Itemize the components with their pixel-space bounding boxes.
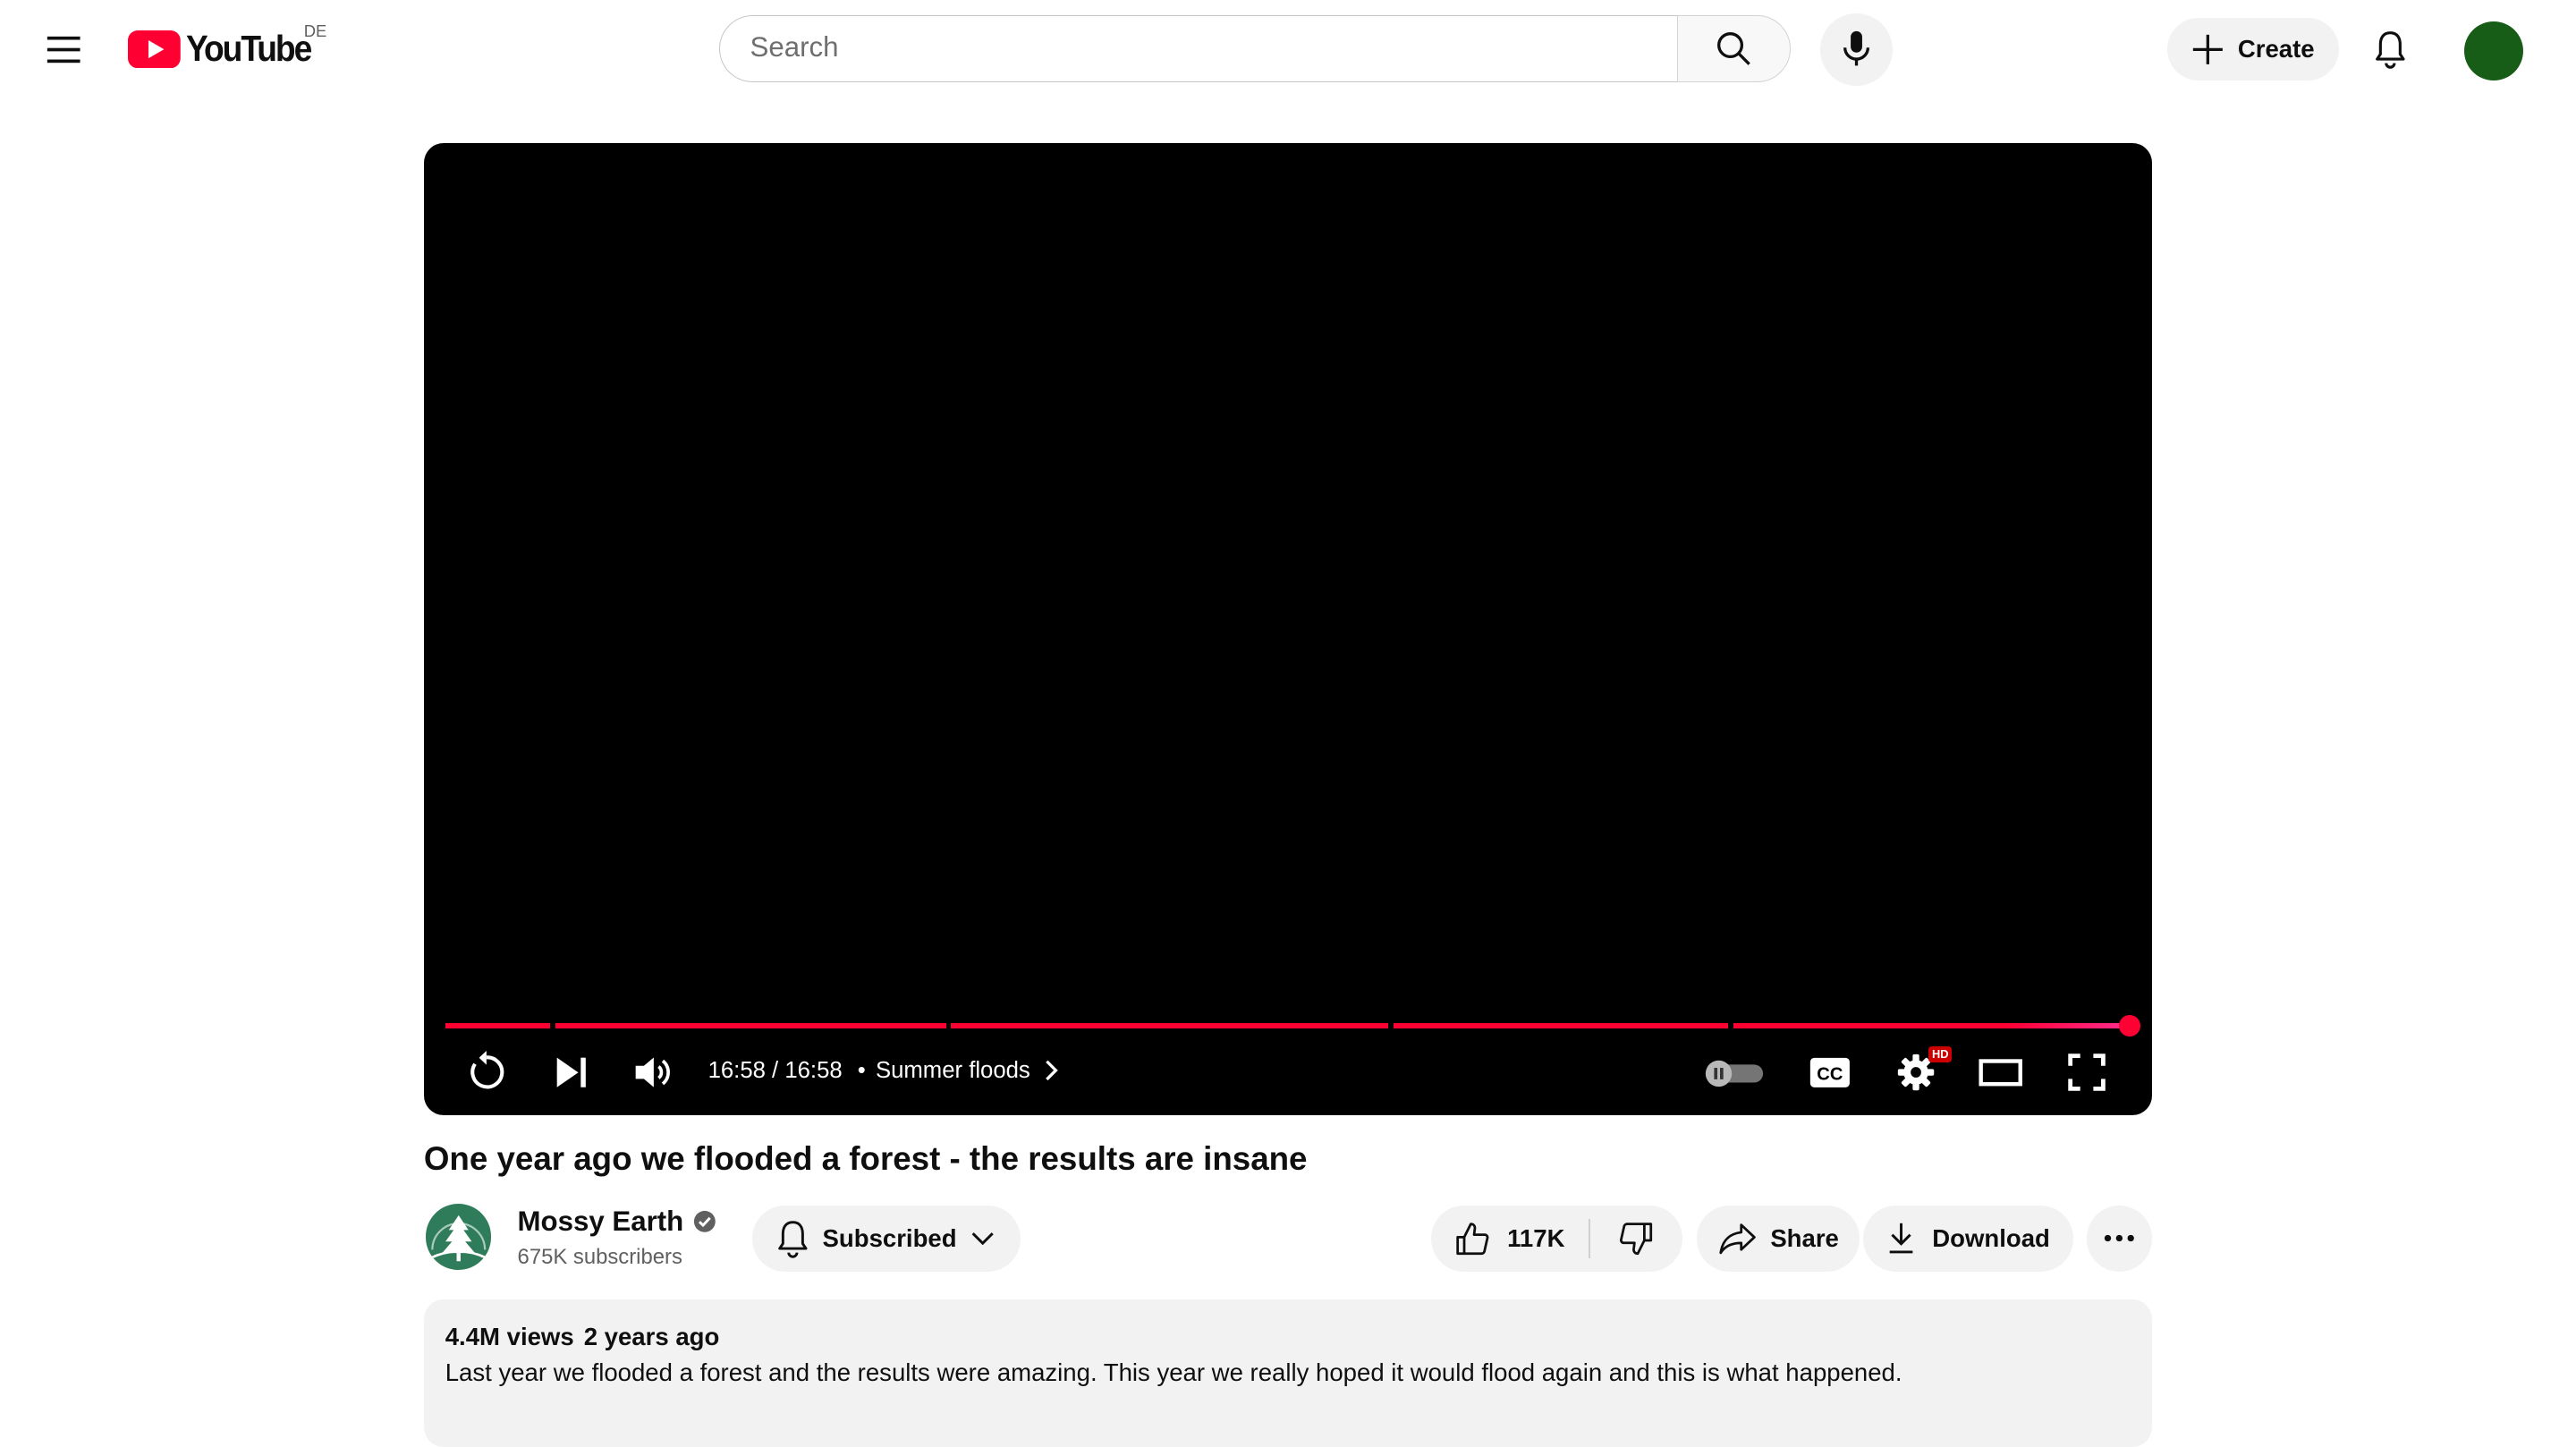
hd-badge: HD — [1928, 1045, 1953, 1063]
search-box[interactable] — [719, 14, 1678, 82]
chapter-title: Summer floods — [875, 1057, 1030, 1083]
verified-icon — [694, 1211, 716, 1233]
create-label: Create — [2237, 35, 2315, 63]
upload-age: 2 years ago — [583, 1322, 720, 1350]
time-display: 16:58 / 16:58 — [708, 1057, 843, 1083]
progress-chapter-4[interactable] — [1393, 1023, 1729, 1028]
video-title: One year ago we flooded a forest - the r… — [423, 1139, 1308, 1177]
theater-icon — [1979, 1059, 2023, 1087]
progress-chapter-3[interactable] — [951, 1023, 1388, 1028]
replay-icon — [470, 1051, 504, 1089]
menu-button[interactable] — [39, 25, 89, 74]
channel-avatar[interactable] — [425, 1204, 492, 1270]
next-button[interactable] — [546, 1046, 598, 1099]
autoplay-toggle-icon — [1705, 1060, 1763, 1087]
view-count: 4.4M views — [445, 1322, 574, 1350]
fullscreen-button[interactable] — [2060, 1046, 2113, 1099]
youtube-logo[interactable]: YouTube — [128, 28, 321, 70]
voice-search-button[interactable] — [1820, 13, 1893, 86]
channel-name-link[interactable]: Mossy Earth — [518, 1206, 716, 1238]
replay-button[interactable] — [460, 1046, 513, 1099]
logo-text: YouTube — [185, 28, 312, 70]
more-actions-button[interactable] — [2086, 1206, 2153, 1272]
svg-text:CC: CC — [1817, 1065, 1843, 1085]
like-dislike-group: 117K — [1430, 1206, 1682, 1272]
theater-mode-button[interactable] — [1973, 1046, 2029, 1099]
bell-icon — [778, 1221, 808, 1258]
notifications-button[interactable] — [2358, 16, 2423, 81]
subscribe-state: Subscribed — [822, 1223, 957, 1252]
description-box[interactable]: 4.4M views 2 years ago Last year we flood… — [423, 1299, 2153, 1447]
captions-button[interactable]: CC — [1802, 1050, 1858, 1096]
bell-icon — [2376, 31, 2405, 69]
video-player[interactable]: 16:58 / 16:58 • Summer floods CC HD — [423, 142, 2153, 1116]
channel-name: Mossy Earth — [517, 1206, 684, 1238]
progress-chapter-5[interactable] — [1733, 1023, 2124, 1028]
share-icon — [1718, 1223, 1756, 1255]
create-button[interactable]: Create — [2166, 18, 2340, 80]
country-code: DE — [303, 21, 327, 40]
volume-button[interactable] — [628, 1046, 681, 1099]
more-icon — [2104, 1235, 2134, 1242]
next-icon — [556, 1057, 586, 1087]
chapter-separator: • — [857, 1057, 866, 1083]
description-text: Last year we flooded a forest and the re… — [445, 1358, 1902, 1386]
like-button[interactable]: 117K — [1431, 1206, 1589, 1271]
mic-icon — [1843, 30, 1869, 66]
account-avatar[interactable] — [2464, 21, 2524, 80]
search-button[interactable] — [1677, 14, 1791, 82]
share-label: Share — [1770, 1223, 1839, 1252]
subscribed-button[interactable]: Subscribed — [752, 1206, 1021, 1272]
subscriber-count: 675K subscribers — [517, 1245, 682, 1270]
download-label: Download — [1932, 1223, 2050, 1252]
fullscreen-icon — [2067, 1054, 2106, 1092]
channel-logo-icon — [429, 1215, 487, 1262]
menu-icon — [47, 36, 80, 63]
dislike-button[interactable] — [1590, 1206, 1682, 1271]
thumbs-down-icon — [1620, 1222, 1653, 1255]
progress-scrubber[interactable] — [2119, 1015, 2141, 1037]
volume-icon — [635, 1057, 670, 1087]
youtube-logo-icon — [128, 30, 182, 68]
download-button[interactable]: Download — [1862, 1206, 2073, 1272]
search-input[interactable] — [720, 15, 1638, 80]
progress-chapter-2[interactable] — [555, 1023, 946, 1028]
like-count: 117K — [1507, 1223, 1565, 1252]
download-icon — [1889, 1223, 1913, 1254]
search-icon — [1717, 31, 1751, 65]
progress-chapter-1[interactable] — [445, 1023, 551, 1028]
captions-icon: CC — [1810, 1057, 1851, 1087]
thumbs-up-icon — [1456, 1222, 1489, 1255]
chevron-right-icon — [1045, 1061, 1058, 1081]
chapter-button[interactable]: Summer floods — [876, 1058, 1063, 1084]
description-meta: 4.4M views 2 years ago — [445, 1323, 720, 1351]
chevron-down-icon — [971, 1232, 994, 1246]
autoplay-toggle[interactable] — [1702, 1054, 1767, 1090]
plus-icon — [2193, 34, 2224, 64]
share-button[interactable]: Share — [1697, 1206, 1860, 1272]
